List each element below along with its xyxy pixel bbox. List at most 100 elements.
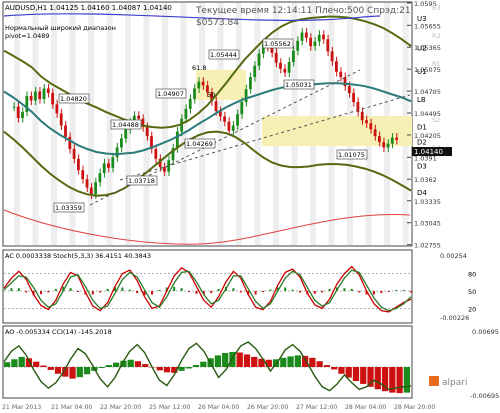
indicator-title: Нормальный широкий диапазон xyxy=(5,24,116,32)
candle-body xyxy=(102,163,106,174)
ao-bar xyxy=(338,367,345,374)
pivot-label-d1: D1 xyxy=(417,123,427,131)
candle-body xyxy=(94,182,97,195)
right-scale-label: S2 xyxy=(432,116,440,124)
ac-bar xyxy=(77,291,79,292)
candle-body xyxy=(287,61,291,73)
ao-bar xyxy=(127,359,134,367)
candle-body xyxy=(253,65,257,78)
ao-bar xyxy=(163,367,171,373)
ao-bar xyxy=(301,355,309,367)
price-tick-label: 1.05655 xyxy=(414,22,441,30)
ao-header: AO -0.005334 CCI(14) -145.2018 xyxy=(5,328,112,336)
ao-bar xyxy=(142,364,149,367)
stoch-level-label: 80 xyxy=(468,271,476,279)
ao-bar xyxy=(98,367,105,368)
time-axis-label: 28 Mar 20:00 xyxy=(394,404,435,411)
ac-bar xyxy=(328,288,331,291)
candle-body xyxy=(42,88,46,100)
candle-body xyxy=(120,138,123,148)
candle-body xyxy=(313,41,317,47)
candle-body xyxy=(111,157,115,168)
stoch-level-label: 20 xyxy=(468,305,476,313)
candle-body xyxy=(352,92,355,103)
pivot-label-u2: U2 xyxy=(417,45,427,53)
ac-bar xyxy=(284,287,287,291)
ao-bar xyxy=(192,365,200,367)
ac-bar xyxy=(106,288,109,291)
candle-body xyxy=(390,137,394,144)
candle-body xyxy=(283,68,287,73)
ac-bar xyxy=(350,288,353,291)
ac-bar xyxy=(402,290,405,291)
ac-bar xyxy=(387,291,390,292)
ao-max-label: 0.00695 xyxy=(472,328,499,336)
candle-body xyxy=(72,148,76,159)
ac-bar xyxy=(269,289,272,291)
candle-body xyxy=(378,136,381,143)
candle-body xyxy=(98,173,102,183)
candle-body xyxy=(21,111,24,118)
ao-bar xyxy=(316,361,323,367)
candle-body xyxy=(309,37,312,47)
ac-bar xyxy=(291,289,294,291)
candle-body xyxy=(29,96,33,101)
ao-bar xyxy=(222,352,229,367)
candle-body xyxy=(193,88,196,100)
candle-body xyxy=(175,131,179,149)
candle-body xyxy=(322,34,325,40)
candle-body xyxy=(16,106,20,118)
ao-bar xyxy=(214,355,222,367)
candle-body xyxy=(46,88,50,93)
ao-bar xyxy=(294,355,301,367)
time-axis-label: 26 Mar 04:00 xyxy=(198,404,239,411)
price-annotation: 1.04907 xyxy=(157,90,184,98)
pivot-label-d3: D3 xyxy=(417,163,427,171)
pivot-label-u1: U1 xyxy=(417,68,427,76)
candle-body xyxy=(304,32,308,38)
candle-body xyxy=(89,187,93,195)
candle-body xyxy=(317,34,321,42)
candle-body xyxy=(214,101,218,112)
ao-bar xyxy=(113,362,120,367)
session-stripe xyxy=(254,3,261,245)
candle-body xyxy=(386,143,390,148)
session-stripe xyxy=(143,3,150,245)
ao-bar xyxy=(185,367,192,369)
ac-bar xyxy=(239,291,242,293)
ac-bar xyxy=(299,291,301,293)
ao-bar xyxy=(396,367,403,394)
ac-bar xyxy=(54,288,57,291)
right-scale-label: R3 xyxy=(432,4,441,12)
candle-body xyxy=(59,113,63,126)
ac-bar xyxy=(410,291,412,293)
ac-bar xyxy=(180,288,183,291)
price-tick-label: 1.02755 xyxy=(414,242,441,250)
ao-bar xyxy=(323,365,331,367)
candle-body xyxy=(77,158,80,171)
candle-body xyxy=(197,81,201,89)
time-axis-label: 25 Mar 12:00 xyxy=(149,404,190,411)
ao-bar xyxy=(4,362,11,367)
ao-bar xyxy=(134,361,142,367)
ac-bar xyxy=(69,288,72,291)
candle-body xyxy=(154,148,158,159)
candle-body xyxy=(330,51,334,62)
symbol-line: AUDUSD,H1 1.04125 1.04160 1.04087 1.0414… xyxy=(5,4,172,12)
fib-label: 61.8 xyxy=(192,64,206,72)
ao-bar xyxy=(251,356,258,367)
stoch-level-label: 50 xyxy=(468,288,476,296)
session-stripe xyxy=(162,3,168,245)
candle-body xyxy=(296,40,300,51)
chart-root: 1.0595 1.05655 1.05365 1.05075 1.04785 1.0449… xyxy=(0,0,500,413)
candle-body xyxy=(184,108,188,119)
time-axis-label: 21 Mar 2013 xyxy=(2,404,41,411)
candle-body xyxy=(292,50,295,62)
alpari-logo-icon xyxy=(429,376,439,386)
price-annotation: 1.01075 xyxy=(338,151,365,159)
ac-bar xyxy=(262,291,264,292)
pivot-label-u3: U3 xyxy=(417,15,427,23)
candle-body xyxy=(85,179,89,188)
stoch-min-label: -0.00226 xyxy=(440,314,469,322)
candle-body xyxy=(326,39,330,52)
